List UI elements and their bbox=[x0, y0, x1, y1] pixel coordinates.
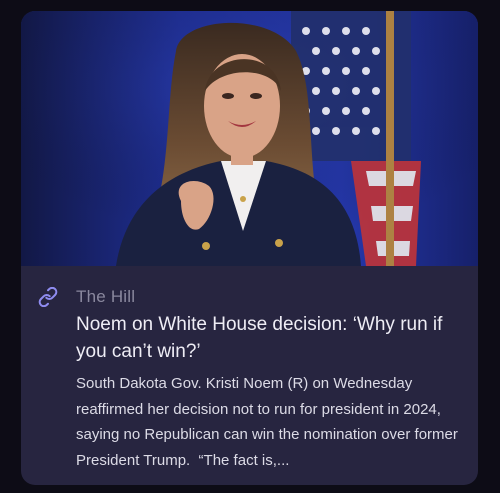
link-icon bbox=[38, 286, 58, 308]
article-photo bbox=[21, 11, 478, 266]
article-image[interactable] bbox=[21, 11, 478, 266]
news-card[interactable]: The Hill Noem on White House decision: ‘… bbox=[21, 11, 478, 485]
source-row[interactable]: The Hill bbox=[38, 285, 135, 309]
article-summary: South Dakota Gov. Kristi Noem (R) on Wed… bbox=[76, 375, 463, 469]
source-name[interactable]: The Hill bbox=[76, 287, 135, 307]
article-headline[interactable]: Noem on White House decision: ‘Why run i… bbox=[76, 311, 466, 365]
